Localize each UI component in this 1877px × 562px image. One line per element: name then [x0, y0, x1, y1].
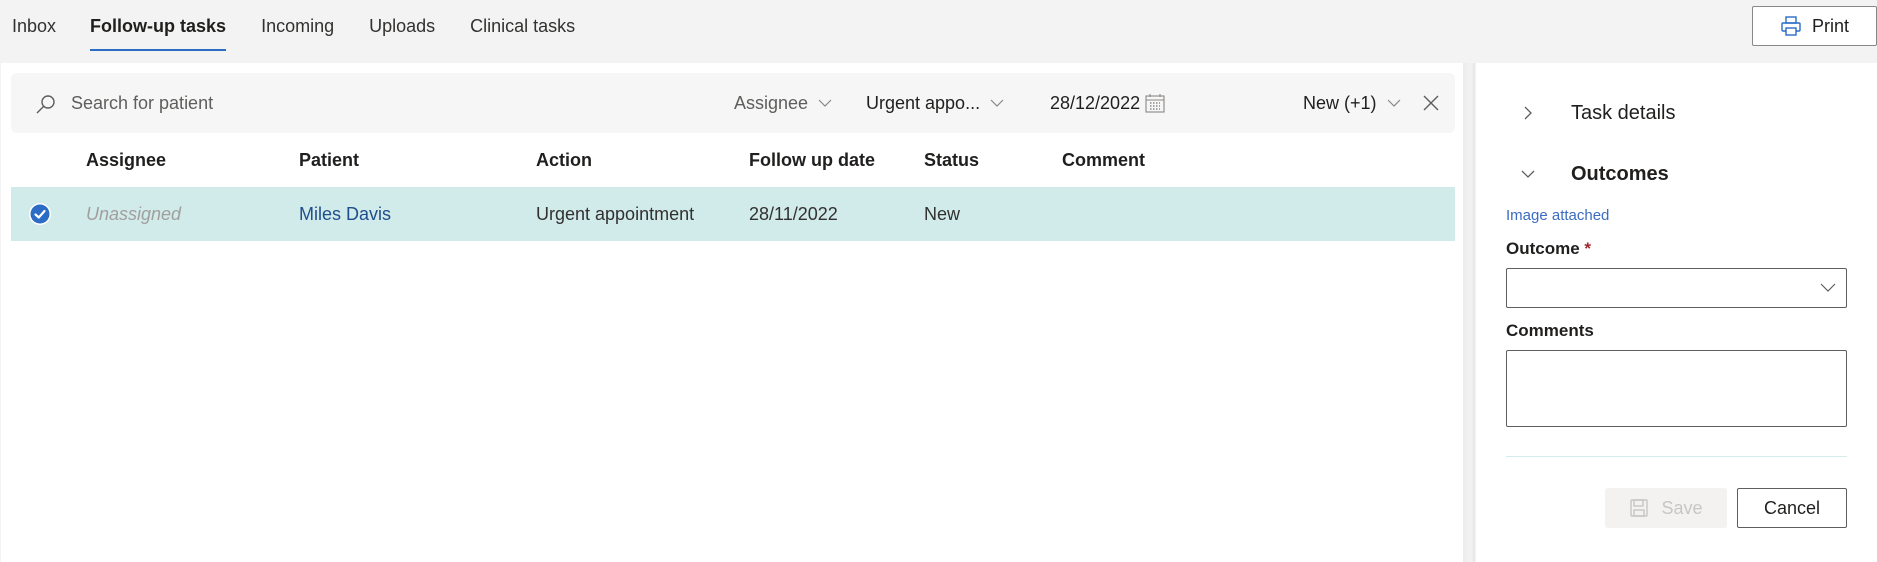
task-details-section-toggle[interactable]: Task details [1521, 98, 1676, 128]
outcomes-title: Outcomes [1571, 162, 1669, 185]
assignee-filter-label: Assignee [734, 92, 809, 113]
calendar-icon[interactable] [1144, 92, 1166, 114]
cell-action: Urgent appointment [536, 204, 695, 224]
table-row[interactable]: Unassigned Miles Davis Urgent appointmen… [11, 187, 1455, 241]
action-filter-dropdown[interactable]: Urgent appo... [866, 73, 1004, 133]
status-filter-value: New (+1) [1303, 92, 1377, 113]
panel-splitter[interactable] [1463, 63, 1475, 562]
tab-list: Inbox Follow-up tasks Incoming Uploads C… [0, 0, 575, 62]
row-selected-check-icon[interactable] [28, 202, 52, 226]
clear-filters-close-icon[interactable] [1421, 93, 1441, 113]
cell-patient-link[interactable]: Miles Davis [299, 187, 391, 241]
section-divider [1506, 456, 1847, 457]
task-side-panel: Task details Outcomes Image attached Out… [1476, 63, 1877, 562]
save-floppy-icon [1630, 499, 1649, 517]
chevron-down-icon [1820, 283, 1836, 292]
task-list-panel: Assignee Urgent appo... 28/12/2022 New (… [1, 63, 1463, 562]
image-attached-link[interactable]: Image attached [1506, 207, 1609, 224]
table-header: Assignee Patient Action Follow up date S… [11, 133, 1455, 188]
outcome-select[interactable] [1506, 268, 1847, 308]
filter-bar: Assignee Urgent appo... 28/12/2022 New (… [11, 73, 1455, 133]
date-filter[interactable]: 28/12/2022 [1050, 73, 1166, 133]
tab-clinical-tasks[interactable]: Clinical tasks [470, 0, 575, 52]
comments-label: Comments [1506, 321, 1594, 340]
chevron-down-icon [818, 99, 832, 107]
cell-status: New [924, 204, 961, 224]
action-filter-value: Urgent appo... [866, 92, 981, 113]
required-marker: * [1584, 239, 1592, 258]
chevron-down-icon [990, 99, 1004, 107]
cell-follow-up-date: 28/11/2022 [749, 204, 838, 224]
status-filter-dropdown[interactable]: New (+1) [1303, 73, 1401, 133]
outcome-label: Outcome * [1506, 239, 1591, 259]
print-label: Print [1811, 15, 1849, 36]
comments-textarea[interactable] [1506, 350, 1847, 427]
save-label: Save [1661, 497, 1703, 518]
print-button[interactable]: Print [1752, 6, 1877, 46]
column-header-status[interactable]: Status [924, 133, 979, 188]
chevron-down-icon [1521, 170, 1535, 178]
search-icon [36, 95, 55, 114]
chevron-right-icon [1524, 106, 1532, 120]
chevron-down-icon [1387, 99, 1400, 107]
tab-follow-up-tasks[interactable]: Follow-up tasks [90, 0, 227, 52]
assignee-filter-dropdown[interactable]: Assignee [734, 73, 832, 133]
outcome-label-text: Outcome [1506, 239, 1580, 258]
tab-inbox[interactable]: Inbox [12, 0, 56, 52]
tab-uploads[interactable]: Uploads [369, 0, 435, 52]
task-details-title: Task details [1571, 101, 1676, 124]
tab-incoming[interactable]: Incoming [261, 0, 334, 52]
column-header-assignee[interactable]: Assignee [86, 133, 166, 188]
column-header-action[interactable]: Action [536, 133, 592, 188]
top-bar: Inbox Follow-up tasks Incoming Uploads C… [0, 0, 1877, 62]
printer-icon [1781, 16, 1801, 36]
date-filter-value: 28/12/2022 [1050, 92, 1141, 113]
outcomes-section-toggle[interactable]: Outcomes [1521, 159, 1669, 189]
cancel-button[interactable]: Cancel [1737, 488, 1847, 528]
column-header-patient[interactable]: Patient [299, 133, 359, 188]
column-header-comment[interactable]: Comment [1062, 133, 1145, 188]
save-button[interactable]: Save [1605, 488, 1727, 528]
search-input[interactable] [71, 87, 631, 119]
column-header-follow-up-date[interactable]: Follow up date [749, 133, 875, 188]
cell-assignee: Unassigned [86, 204, 182, 224]
